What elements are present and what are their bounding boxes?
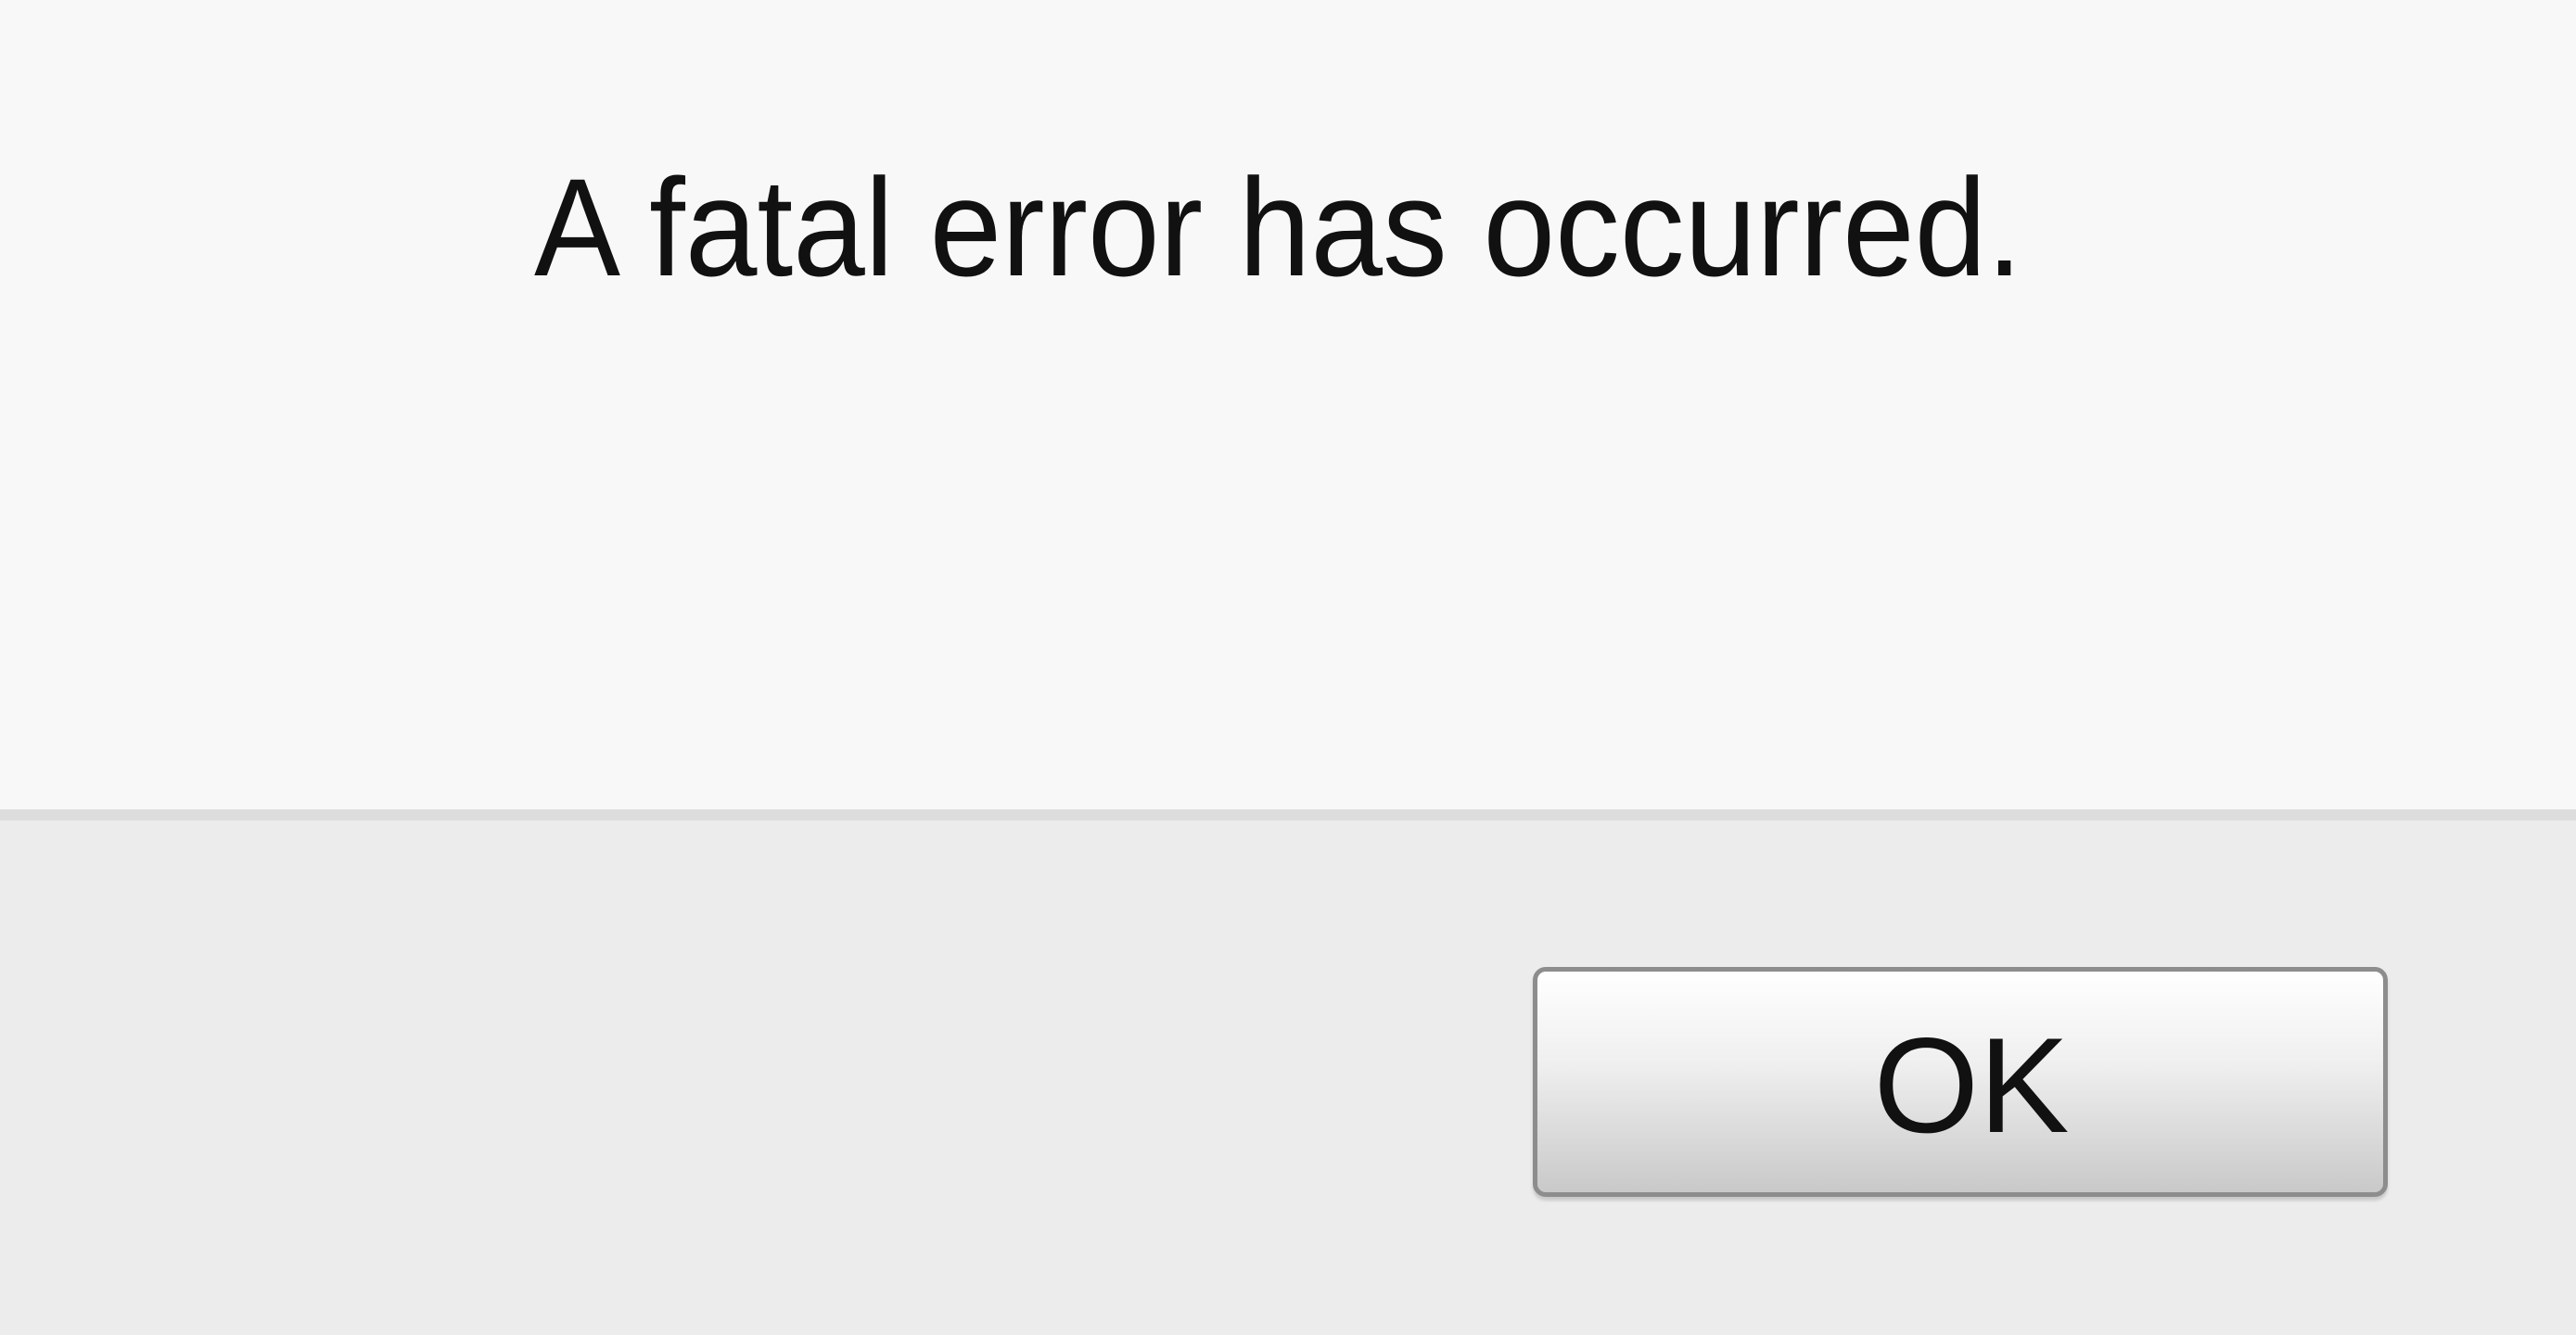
ok-button-label: OK	[1873, 1010, 2070, 1161]
fatal-error-dialog: A fatal error has occurred. OK	[0, 0, 2576, 1335]
button-bar: OK	[0, 820, 2576, 1335]
ok-button[interactable]: OK	[1533, 967, 2388, 1197]
message-area: A fatal error has occurred.	[0, 0, 2576, 809]
dialog-divider	[0, 809, 2576, 820]
error-message: A fatal error has occurred.	[534, 149, 2023, 305]
